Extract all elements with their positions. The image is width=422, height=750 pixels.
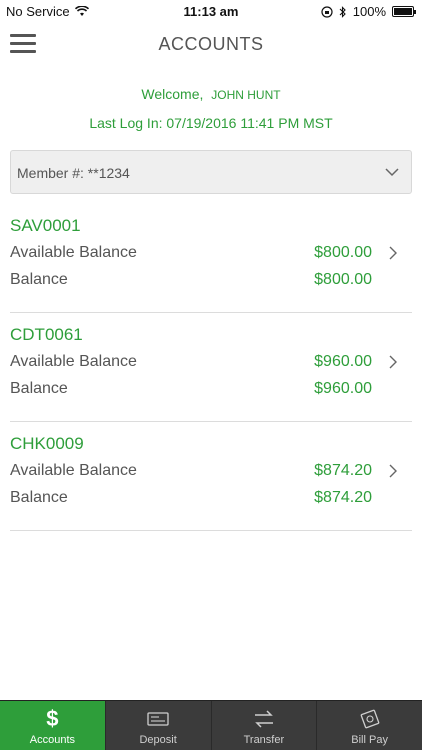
available-balance-label: Available Balance — [10, 353, 137, 370]
balance-label: Balance — [10, 489, 68, 506]
chevron-right-icon — [389, 246, 397, 260]
tab-label: Accounts — [29, 734, 75, 746]
account-row[interactable]: SAV0001 Available Balance $800.00 Balanc… — [10, 210, 412, 313]
account-id: CHK0009 — [10, 434, 84, 453]
balance-value: $800.00 — [314, 271, 372, 288]
member-select[interactable]: Member #: **1234 — [10, 150, 412, 194]
tab-label: Bill Pay — [351, 734, 388, 746]
tab-bill-pay[interactable]: Bill Pay — [317, 701, 422, 750]
available-balance-value: $874.20 — [314, 462, 372, 479]
balance-label: Balance — [10, 380, 68, 397]
chevron-right-icon — [389, 355, 397, 369]
battery-icon — [392, 6, 416, 17]
balance-label: Balance — [10, 271, 68, 288]
tab-label: Transfer — [243, 734, 285, 746]
account-id: CDT0061 — [10, 325, 83, 344]
welcome-greeting: Welcome, — [141, 86, 204, 102]
balance-value: $960.00 — [314, 380, 372, 397]
chevron-right-icon — [389, 464, 397, 478]
available-balance-label: Available Balance — [10, 462, 137, 479]
check-icon — [146, 708, 170, 730]
bluetooth-icon — [339, 5, 346, 18]
balance-row: Balance $800.00 — [10, 271, 372, 289]
tab-bar: $ Accounts Deposit Transfer Bill Pay — [0, 700, 422, 750]
member-select-label: Member #: **1234 — [17, 165, 130, 181]
bill-icon — [358, 708, 382, 730]
page-title: ACCOUNTS — [158, 34, 264, 54]
transfer-icon — [252, 708, 276, 730]
nav-bar: ACCOUNTS — [0, 22, 422, 66]
battery-percent: 100% — [352, 4, 386, 19]
dollar-icon: $ — [46, 706, 59, 731]
available-balance-value: $960.00 — [314, 353, 372, 370]
user-name: JOHN HUNT — [211, 88, 281, 102]
balance-row: Balance $960.00 — [10, 380, 372, 398]
account-row[interactable]: CDT0061 Available Balance $960.00 Balanc… — [10, 319, 412, 422]
available-balance-row: Available Balance $800.00 — [10, 244, 372, 262]
available-balance-row: Available Balance $960.00 — [10, 353, 372, 371]
account-id: SAV0001 — [10, 216, 81, 235]
tab-label: Deposit — [139, 734, 177, 746]
tab-deposit[interactable]: Deposit — [106, 701, 212, 750]
tab-accounts[interactable]: $ Accounts — [0, 701, 106, 750]
orientation-lock-icon — [321, 5, 333, 18]
available-balance-value: $800.00 — [314, 244, 372, 261]
last-login: Last Log In: 07/19/2016 11:41 PM MST — [89, 115, 333, 131]
available-balance-row: Available Balance $874.20 — [10, 462, 372, 480]
status-bar: No Service 11:13 am 100% — [0, 0, 422, 22]
tab-transfer[interactable]: Transfer — [212, 701, 318, 750]
available-balance-label: Available Balance — [10, 244, 137, 261]
account-row[interactable]: CHK0009 Available Balance $874.20 Balanc… — [10, 428, 412, 531]
chevron-down-icon — [385, 168, 399, 177]
welcome-line: Welcome, JOHN HUNT — [0, 86, 422, 102]
balance-row: Balance $874.20 — [10, 489, 372, 507]
balance-value: $874.20 — [314, 489, 372, 506]
status-right: 100% — [321, 4, 416, 19]
